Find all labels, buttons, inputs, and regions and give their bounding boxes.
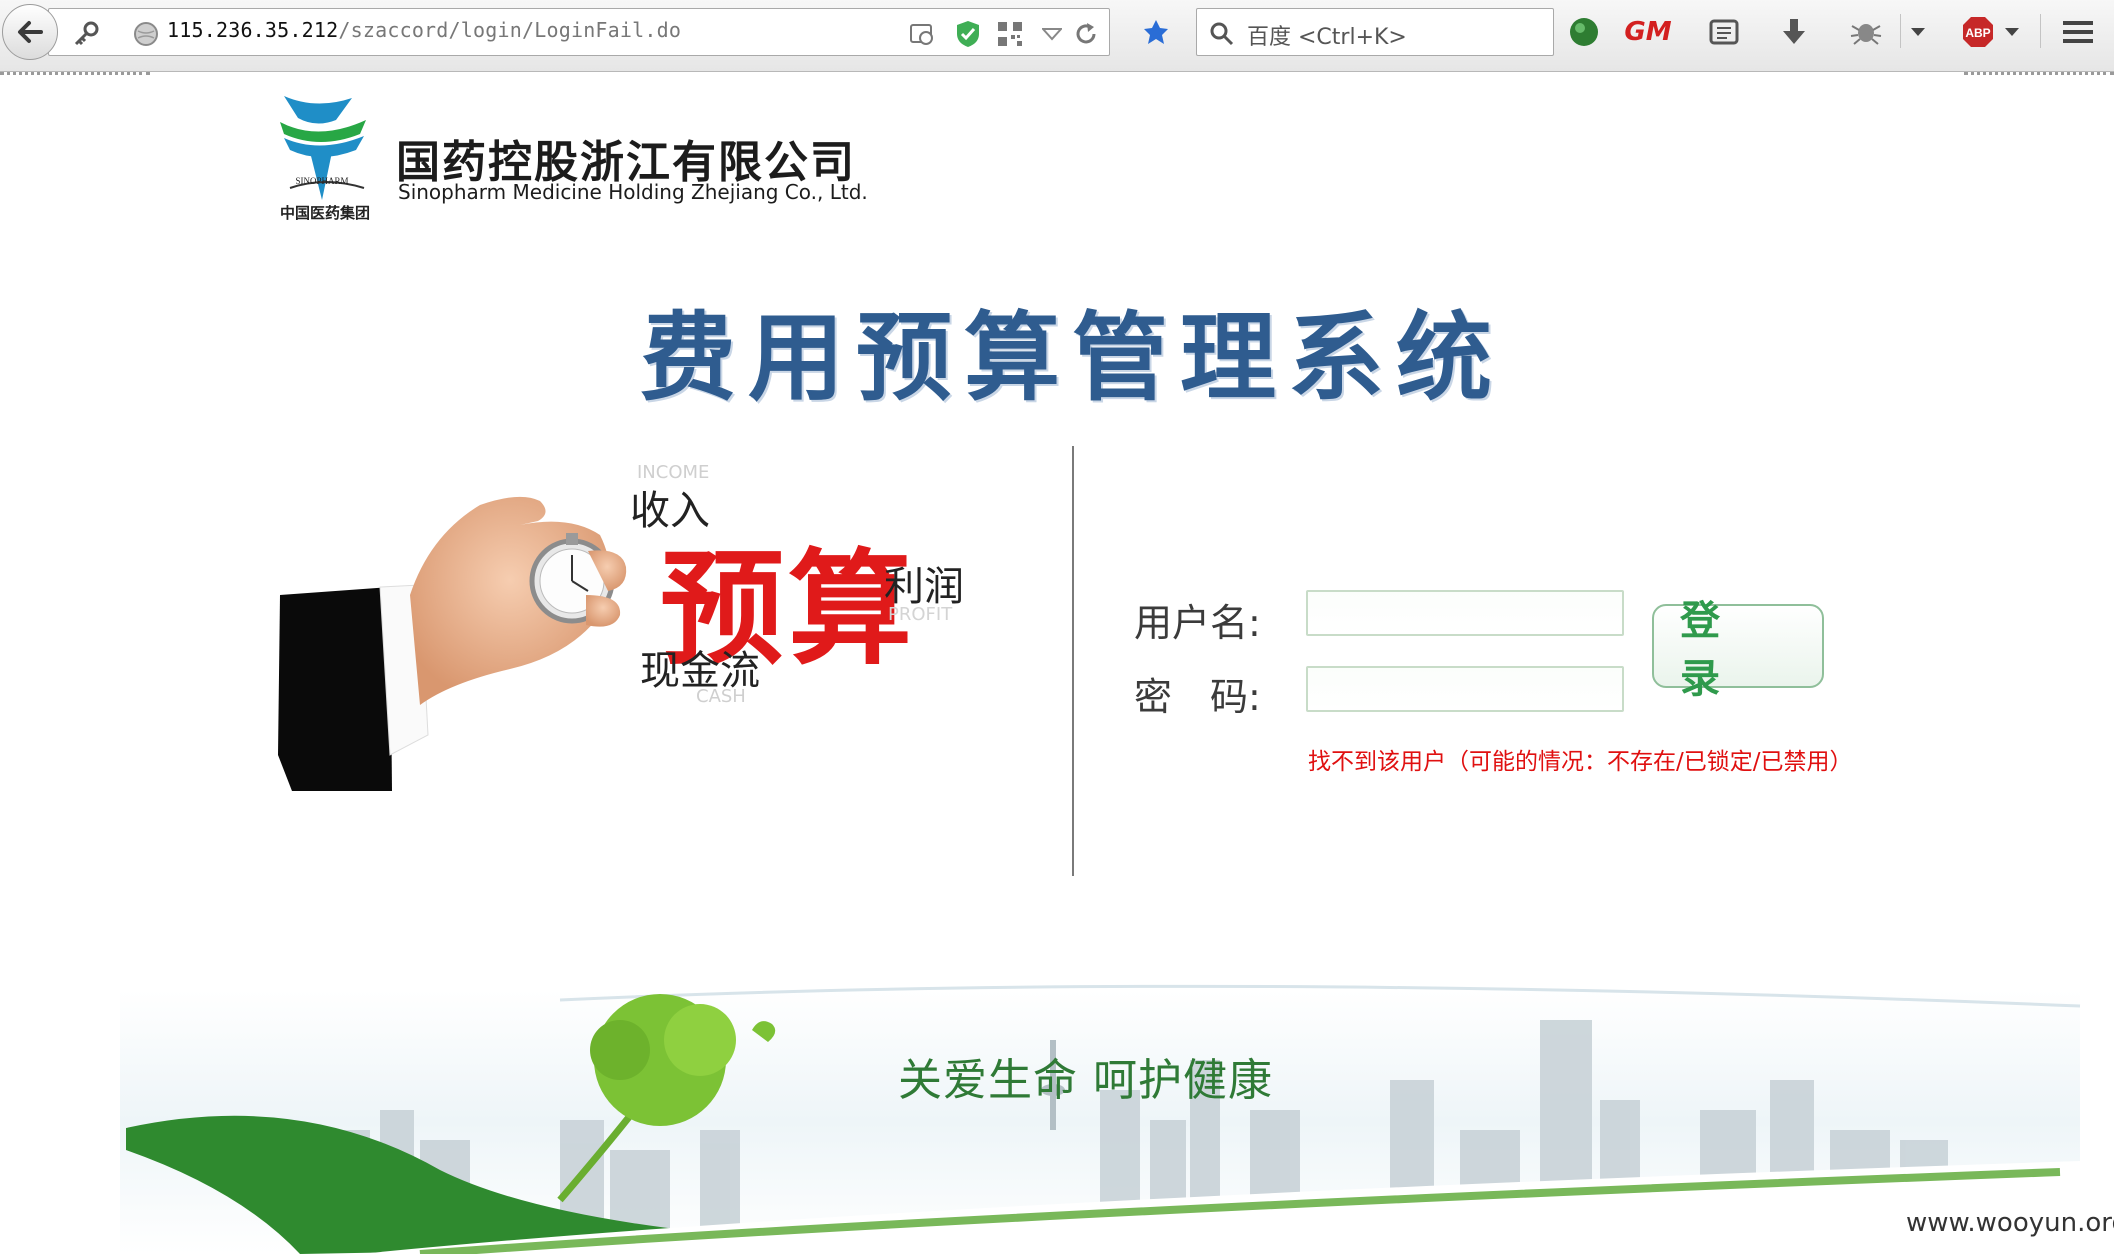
search-placeholder: 百度 <Ctrl+K> [1247,25,1407,50]
adblock-dropdown-icon[interactable] [1994,14,2030,50]
password-label: 密 码: [1134,675,1261,719]
back-button[interactable] [2,4,58,60]
company-name-en: Sinopharm Medicine Holding Zhejiang Co.,… [398,180,868,204]
search-icon[interactable] [1207,19,1237,49]
green-orb-icon[interactable] [1566,14,1602,50]
qr-code-icon[interactable] [995,19,1025,49]
error-message: 找不到该用户（可能的情况：不存在/已锁定/已禁用） [1308,749,1853,775]
vertical-divider [1072,446,1074,876]
menu-dropdown-icon[interactable] [1900,14,1936,50]
adblock-plus-icon[interactable]: ABP [1960,14,1996,50]
back-arrow-icon [18,21,43,43]
toolbar-divider-left [0,72,150,79]
username-input[interactable] [1306,590,1624,636]
bookmark-icon[interactable] [1138,14,1174,50]
download-icon[interactable] [1776,14,1812,50]
dropdown-icon[interactable] [1037,19,1067,49]
profit-en-label: PROFIT [888,604,953,625]
address-bar[interactable]: 115.236.35.212/szaccord/login/LoginFail.… [48,8,1110,56]
adblock-plus-label: ABP [1965,26,1990,40]
sinopharm-logo: SINOPHARM 中国医药集团 [280,96,370,222]
hamburger-menu-icon[interactable] [2060,14,2096,50]
password-input[interactable] [1306,666,1624,712]
login-button[interactable]: 登 录 [1652,598,1824,702]
toolbar-divider-right [1964,72,2114,79]
username-label: 用户名: [1134,601,1261,645]
reader-icon[interactable] [1706,14,1742,50]
page-icon[interactable] [907,19,937,49]
system-title: 费用预算管理系统 [640,302,1504,414]
logo-ring-text: SINOPHARM [295,176,348,186]
url-path: /szaccord/login/LoginFail.do [338,18,682,42]
url-host: 115.236.35.212 [167,18,339,42]
key-icon[interactable] [71,19,101,49]
logo-caption: 中国医药集团 [280,204,370,222]
bug-icon[interactable] [1848,14,1884,50]
watermark: www.wooyun.org [1906,1208,2114,1238]
gm-icon[interactable]: GM [1624,14,1671,50]
browser-toolbar: 115.236.35.212/szaccord/login/LoginFail.… [0,0,2114,72]
city-skyline-banner [120,984,2110,1254]
search-bar[interactable]: 百度 <Ctrl+K> [1196,8,1554,56]
shield-icon[interactable] [953,19,983,49]
reload-icon[interactable] [1071,19,1101,49]
toolbar-separator [2040,14,2041,48]
cash-en-label: CASH [696,686,746,707]
url-text[interactable]: 115.236.35.212/szaccord/login/LoginFail.… [167,18,681,42]
globe-icon [131,19,161,49]
slogan: 关爱生命 呵护健康 [898,1055,1273,1106]
